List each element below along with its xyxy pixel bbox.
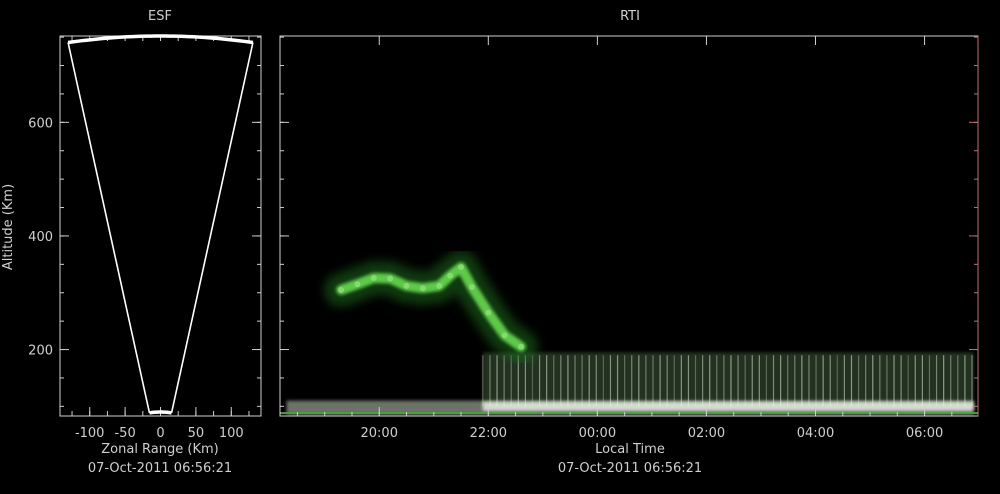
rti-plume-point (485, 309, 492, 316)
rti-title: RTI (620, 9, 640, 24)
rti-plume-point (518, 343, 525, 350)
esf-beam-right-edge (170, 42, 254, 413)
rti-xlabel: Local Time (595, 442, 665, 457)
rti-x-tick-label: 06:00 (906, 426, 943, 441)
esf-x-tick-label: 50 (188, 426, 205, 441)
esf-y-tick-label: 200 (28, 344, 53, 359)
rti-plume-point (436, 282, 443, 289)
rti-x-tick-label: 00:00 (579, 426, 616, 441)
rti-plot-area: 20:00 22:00 00:00 02:00 04:00 06:00 (279, 35, 979, 441)
esf-timestamp: 07-Oct-2011 06:56:21 (88, 461, 232, 476)
rti-plume-point (370, 274, 377, 281)
rti-plume-point (447, 272, 454, 279)
esf-x-tick-label: 100 (219, 426, 244, 441)
esf-y-tick-label: 400 (28, 230, 53, 245)
rti-plume-point (501, 332, 508, 339)
rti-x-tick-label: 04:00 (797, 426, 834, 441)
rti-x-tick-label: 20:00 (361, 426, 398, 441)
rti-timestamp: 07-Oct-2011 06:56:21 (558, 461, 702, 476)
esf-x-tick-label: -100 (75, 426, 105, 441)
esf-xlabel: Zonal Range (Km) (101, 442, 218, 457)
esf-x-tick-label: -50 (114, 426, 135, 441)
chart-canvas: ESF Altitude (Km) Zonal Range (Km) 07-Oc… (1, 9, 979, 476)
rti-plume-point (338, 286, 345, 293)
rti-plume-point (419, 285, 426, 292)
rti-plume-point (468, 284, 475, 291)
rti-x-tick-label: 02:00 (688, 426, 725, 441)
esf-title: ESF (148, 9, 172, 24)
esf-beam-inner-arc (149, 410, 172, 415)
rti-plume-point (354, 281, 361, 288)
rti-plume-point (387, 275, 394, 282)
esf-x-tick-label: 0 (156, 426, 164, 441)
esf-panel: ESF Altitude (Km) Zonal Range (Km) 07-Oc… (1, 9, 262, 476)
esf-plot-area: -100 -50 0 50 100 200 400 600 (28, 34, 262, 441)
esf-ylabel: Altitude (Km) (1, 184, 16, 270)
rti-x-tick-label: 22:00 (470, 426, 507, 441)
rti-plume-point (403, 282, 410, 289)
esf-frame (59, 35, 262, 417)
rti-panel: RTI Local Time 07-Oct-2011 06:56:21 20:0… (279, 9, 979, 476)
esf-beam-left-edge (67, 42, 151, 413)
rti-bright-band (482, 401, 974, 411)
esf-y-tick-label: 600 (28, 116, 53, 131)
